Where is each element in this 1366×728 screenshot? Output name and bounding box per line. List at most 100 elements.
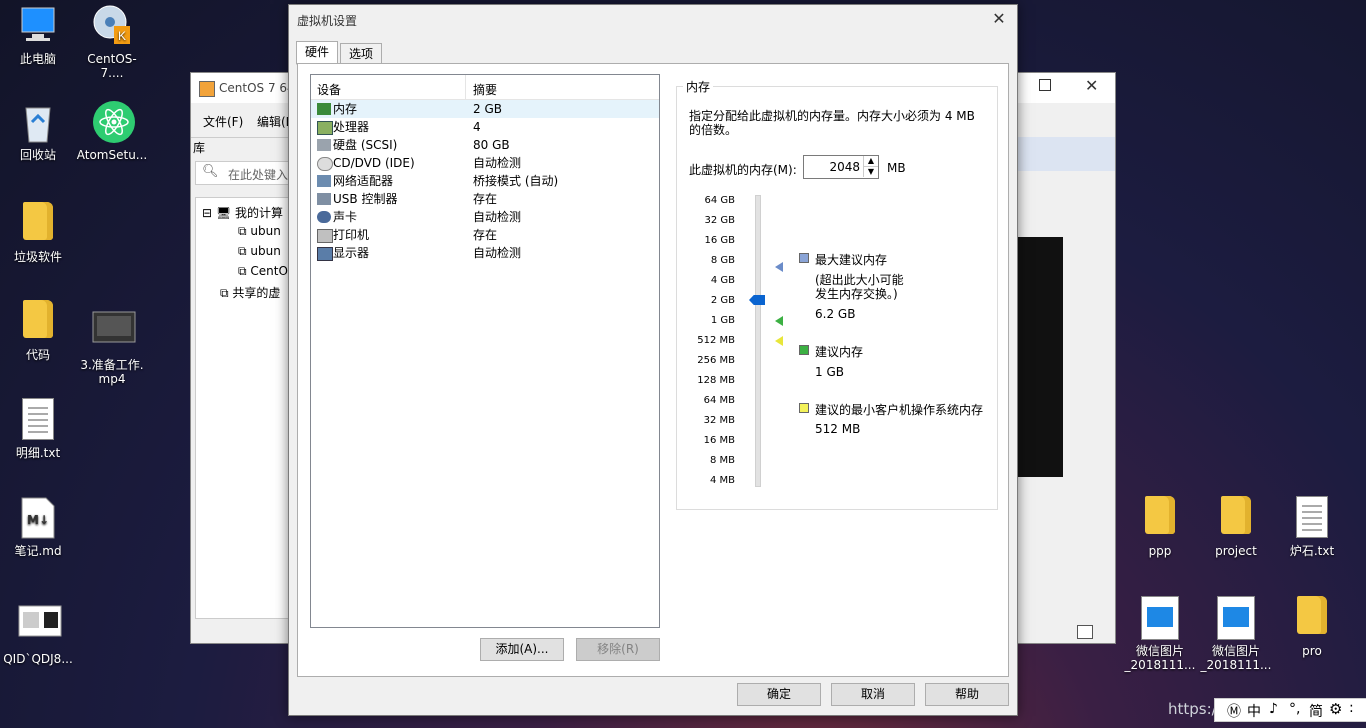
- svg-text:M↓: M↓: [27, 513, 49, 527]
- processor-icon: [317, 121, 333, 135]
- scale-tick-label: 64 MB: [703, 395, 735, 406]
- monitor-icon: 🖥: [215, 206, 232, 220]
- recommended-marker-icon: [775, 316, 783, 326]
- min-recommended-marker-icon: [775, 336, 783, 346]
- ime-logo-icon: Ⓜ: [1227, 704, 1241, 720]
- vm-preview-thumbnail: [1017, 237, 1063, 477]
- ime-language-toggle[interactable]: 中: [1247, 701, 1261, 721]
- memory-scale: 64 GB 32 GB 16 GB 8 GB 4 GB 2 GB 1 GB 51…: [677, 195, 787, 495]
- menu-file[interactable]: 文件(F): [203, 113, 243, 130]
- device-row-sound-card[interactable]: 声卡 自动检测: [311, 208, 659, 226]
- folder-icon: [1140, 496, 1180, 540]
- scale-tick-label: 32 MB: [703, 415, 735, 426]
- tree-item-vm[interactable]: ⧉ CentO: [238, 264, 288, 279]
- desktop-icon-wechat-image-2[interactable]: 微信图片 _2018111...: [1200, 596, 1272, 672]
- spin-down-icon[interactable]: ▼: [863, 167, 878, 177]
- device-row-memory[interactable]: 内存 2 GB: [311, 100, 659, 118]
- desktop-icon-label: 炉石.txt: [1289, 544, 1335, 558]
- tree-item-vm[interactable]: ⧉ ubun: [238, 244, 281, 259]
- desktop-icon-pro[interactable]: pro: [1276, 596, 1348, 658]
- cd-dvd-icon: [317, 157, 333, 171]
- desktop-icon-label-line2: mp4: [98, 372, 126, 386]
- svg-text:K: K: [118, 29, 126, 43]
- desktop-icon-recycle-bin[interactable]: 回收站: [2, 100, 74, 162]
- scale-tick-label: 128 MB: [697, 375, 735, 386]
- cancel-button[interactable]: 取消: [831, 683, 915, 706]
- device-row-usb-controller[interactable]: USB 控制器 存在: [311, 190, 659, 208]
- device-row-hard-disk[interactable]: 硬盘 (SCSI) 80 GB: [311, 136, 659, 154]
- desktop-icon-notes-md[interactable]: M↓ 笔记.md: [2, 496, 74, 558]
- video-icon: [92, 310, 136, 354]
- network-adapter-icon: [317, 175, 331, 187]
- max-recommended-value: 6.2 GB: [815, 307, 856, 321]
- help-button[interactable]: 帮助: [925, 683, 1009, 706]
- device-row-cd-dvd[interactable]: CD/DVD (IDE) 自动检测: [311, 154, 659, 172]
- spin-up-icon[interactable]: ▲: [863, 156, 878, 167]
- desktop-icon-atom[interactable]: AtomSetu...: [76, 100, 148, 162]
- device-row-monitor[interactable]: 显示器 自动检测: [311, 244, 659, 262]
- scale-tick-label: 8 GB: [710, 255, 735, 266]
- scale-tick-label: 256 MB: [697, 355, 735, 366]
- ok-button[interactable]: 确定: [737, 683, 821, 706]
- remove-device-button[interactable]: 移除(R): [576, 638, 660, 661]
- desktop-icon-junk-software[interactable]: 垃圾软件: [2, 202, 74, 264]
- maximize-icon[interactable]: [1039, 79, 1051, 91]
- tab-options[interactable]: 选项: [340, 43, 383, 65]
- desktop-icon-centos[interactable]: K CentOS-7....: [76, 4, 148, 80]
- close-icon[interactable]: ✕: [1085, 76, 1098, 95]
- library-search-input[interactable]: 🔍︎ 在此处键入: [195, 161, 291, 185]
- tree-item-my-computer[interactable]: ⊟ 🖥 我的计算: [202, 204, 283, 221]
- image-file-icon: [1216, 596, 1256, 640]
- min-recommended-color-icon: [799, 403, 809, 413]
- desktop-icon-label: ppp: [1148, 544, 1172, 558]
- recycle-bin-icon: [18, 100, 58, 144]
- memory-slider-thumb[interactable]: [749, 295, 765, 305]
- ime-moon-icon[interactable]: ♪: [1269, 701, 1278, 717]
- sound-card-icon: [317, 211, 331, 223]
- tree-item-shared[interactable]: ⧉ 共享的虚: [220, 284, 280, 301]
- search-placeholder: 在此处键入: [228, 168, 289, 182]
- ime-more-icon[interactable]: :: [1349, 700, 1354, 716]
- desktop-icon-this-pc[interactable]: 此电脑: [2, 4, 74, 66]
- ime-mode-toggle[interactable]: 简: [1309, 701, 1323, 721]
- desktop-icon-project[interactable]: project: [1200, 496, 1272, 558]
- column-device: 设备: [317, 83, 342, 97]
- desktop-icon-video[interactable]: 3.准备工作. mp4: [76, 310, 148, 386]
- desktop-icon-hearthstone-txt[interactable]: 炉石.txt: [1276, 496, 1348, 558]
- add-device-button[interactable]: 添加(A)...: [480, 638, 564, 661]
- desktop-icon-screenshot[interactable]: QID`QDJ8...: [2, 604, 74, 666]
- desktop-icon-label: QID`QDJ8...: [3, 652, 73, 666]
- scale-tick-label: 4 GB: [710, 275, 735, 286]
- memory-field-label: 此虚拟机的内存(M):: [689, 163, 797, 177]
- close-icon[interactable]: ✕: [989, 9, 1009, 29]
- memory-slider-track[interactable]: [755, 195, 761, 487]
- device-row-network-adapter[interactable]: 网络适配器 桥接模式 (自动): [311, 172, 659, 190]
- desktop-icon-label: 微信图片: [1135, 644, 1184, 658]
- device-row-processor[interactable]: 处理器 4: [311, 118, 659, 136]
- tree-item-vm[interactable]: ⧉ ubun: [238, 224, 281, 239]
- column-divider: [465, 75, 466, 99]
- ime-punctuation-icon[interactable]: °,: [1289, 701, 1300, 717]
- desktop-icon-label: 代码: [25, 348, 50, 362]
- memory-size-input[interactable]: 2048 ▲ ▼: [803, 155, 879, 179]
- atom-icon: [92, 100, 135, 144]
- desktop-icon-ppp[interactable]: ppp: [1124, 496, 1196, 558]
- desktop-icon-details-txt[interactable]: 明细.txt: [2, 398, 74, 460]
- desktop-icon-wechat-image-1[interactable]: 微信图片 _2018111...: [1124, 596, 1196, 672]
- device-row-printer[interactable]: 打印机 存在: [311, 226, 659, 244]
- desktop-icon-label: 明细.txt: [15, 446, 61, 460]
- scale-tick-label: 16 MB: [703, 435, 735, 446]
- memory-group-title: 内存: [686, 80, 711, 94]
- status-note-icon: [1077, 625, 1093, 639]
- desktop-icon-label: AtomSetu...: [76, 148, 148, 162]
- vmware-logo-icon: [199, 81, 215, 97]
- desktop-icon-label: 此电脑: [19, 52, 56, 66]
- text-file-icon: [1292, 496, 1332, 540]
- column-summary: 摘要: [473, 83, 498, 97]
- desktop-icon-code[interactable]: 代码: [2, 300, 74, 362]
- max-recommended-note: (超出此大小可能 发生内存交换。): [815, 273, 904, 301]
- folder-icon: [18, 300, 58, 344]
- gear-icon[interactable]: ⚙: [1329, 700, 1342, 718]
- tab-hardware[interactable]: 硬件: [296, 41, 339, 65]
- image-file-icon: [18, 604, 62, 648]
